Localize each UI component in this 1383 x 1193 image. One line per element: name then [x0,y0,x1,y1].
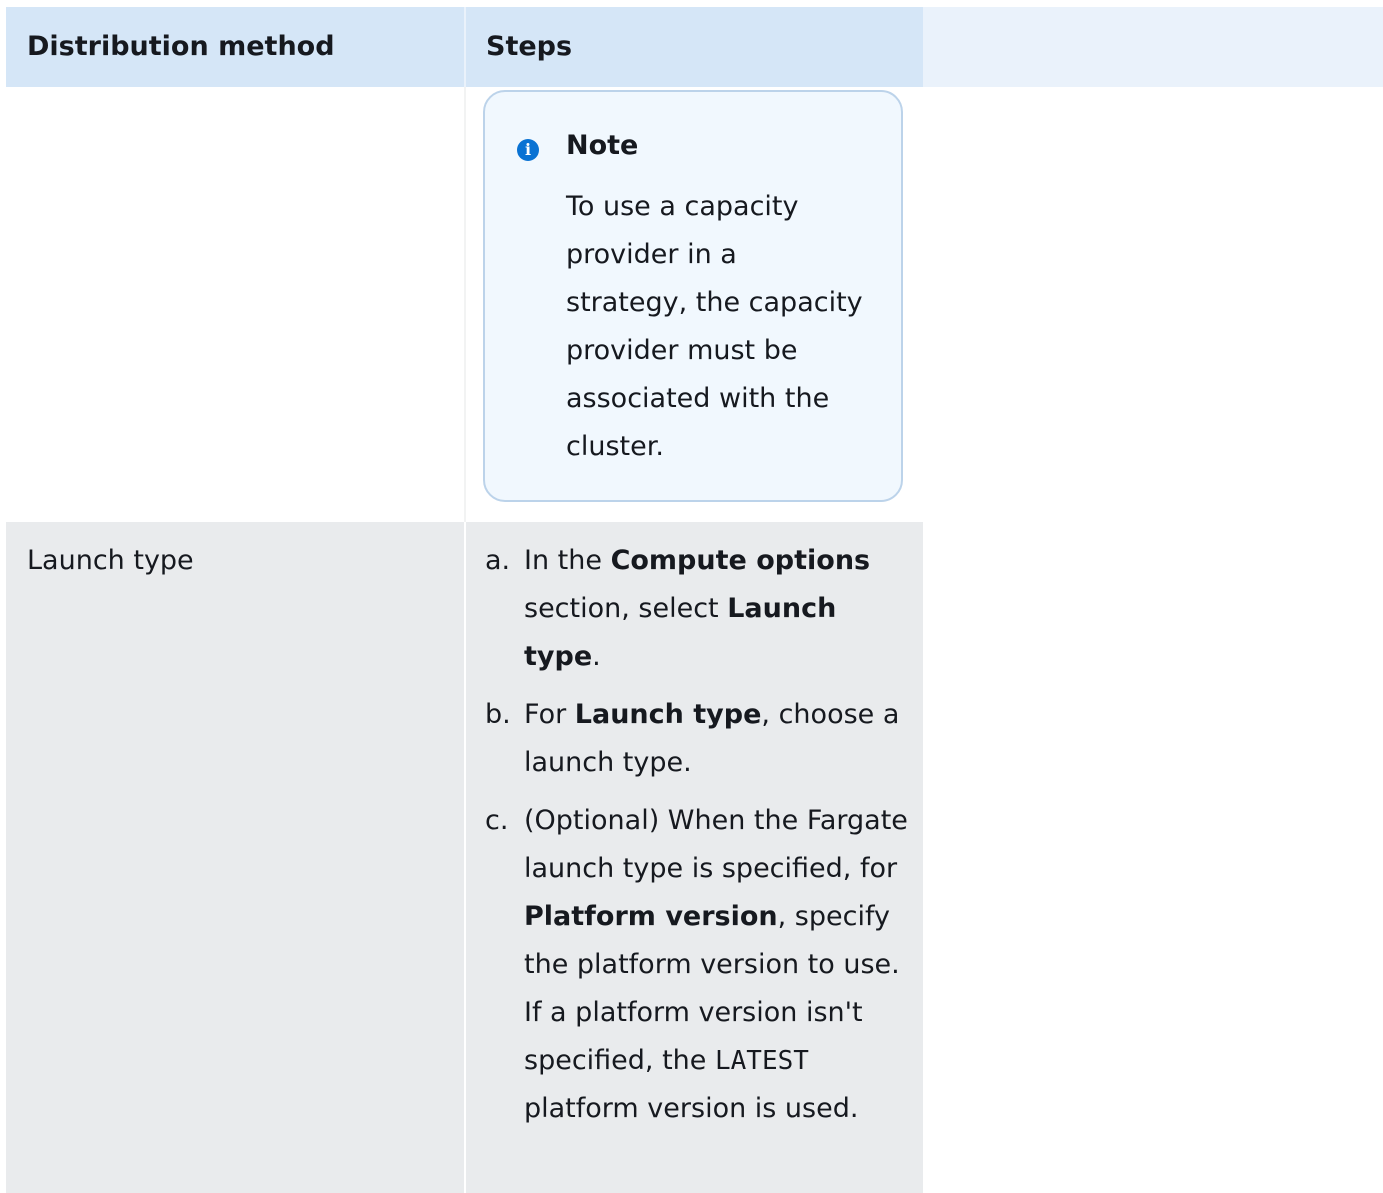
step-c: c. (Optional) When the Fargate launch ty… [466,797,923,1133]
step-text: section, select [524,593,728,624]
step-text: platform version is used. [524,1093,859,1124]
cell-launch-type: Launch type [6,522,464,1193]
steps-list: a. In the Compute options section, selec… [466,537,923,1133]
column-divider [464,87,466,522]
step-bold-text: Platform version [524,901,778,932]
header-steps: Steps [466,7,923,87]
header-distribution-method: Distribution method [6,7,464,87]
note-title: Note [566,130,639,161]
step-bold-text: Launch type [574,699,762,730]
table-header-row: Distribution method Steps [6,7,1383,87]
note-body: To use a capacity provider in a strategy… [566,191,863,462]
step-code-text: LATEST [714,1046,809,1076]
table-row-launch-type: Launch type a. In the Compute options se… [6,522,923,1193]
step-a: a. In the Compute options section, selec… [466,537,923,681]
info-icon: i [517,139,539,161]
table-row-note: i Note To use a capacity provider in a s… [6,87,923,522]
step-marker: c. [485,805,509,836]
docs-table-page: Distribution method Steps i Note To use … [0,0,1383,1193]
header-filler [923,7,1383,87]
cell-steps: a. In the Compute options section, selec… [466,522,923,1193]
note-callout: i Note To use a capacity provider in a s… [483,90,903,502]
step-bold-text: Compute options [610,545,871,576]
step-text: For [524,699,575,730]
step-b: b. For Launch type, choose a launch type… [466,691,923,787]
step-text: In the [524,545,611,576]
step-text: (Optional) When the Fargate launch type … [524,805,908,884]
step-text: . [592,641,601,672]
step-marker: a. [485,545,511,576]
step-marker: b. [485,699,511,730]
